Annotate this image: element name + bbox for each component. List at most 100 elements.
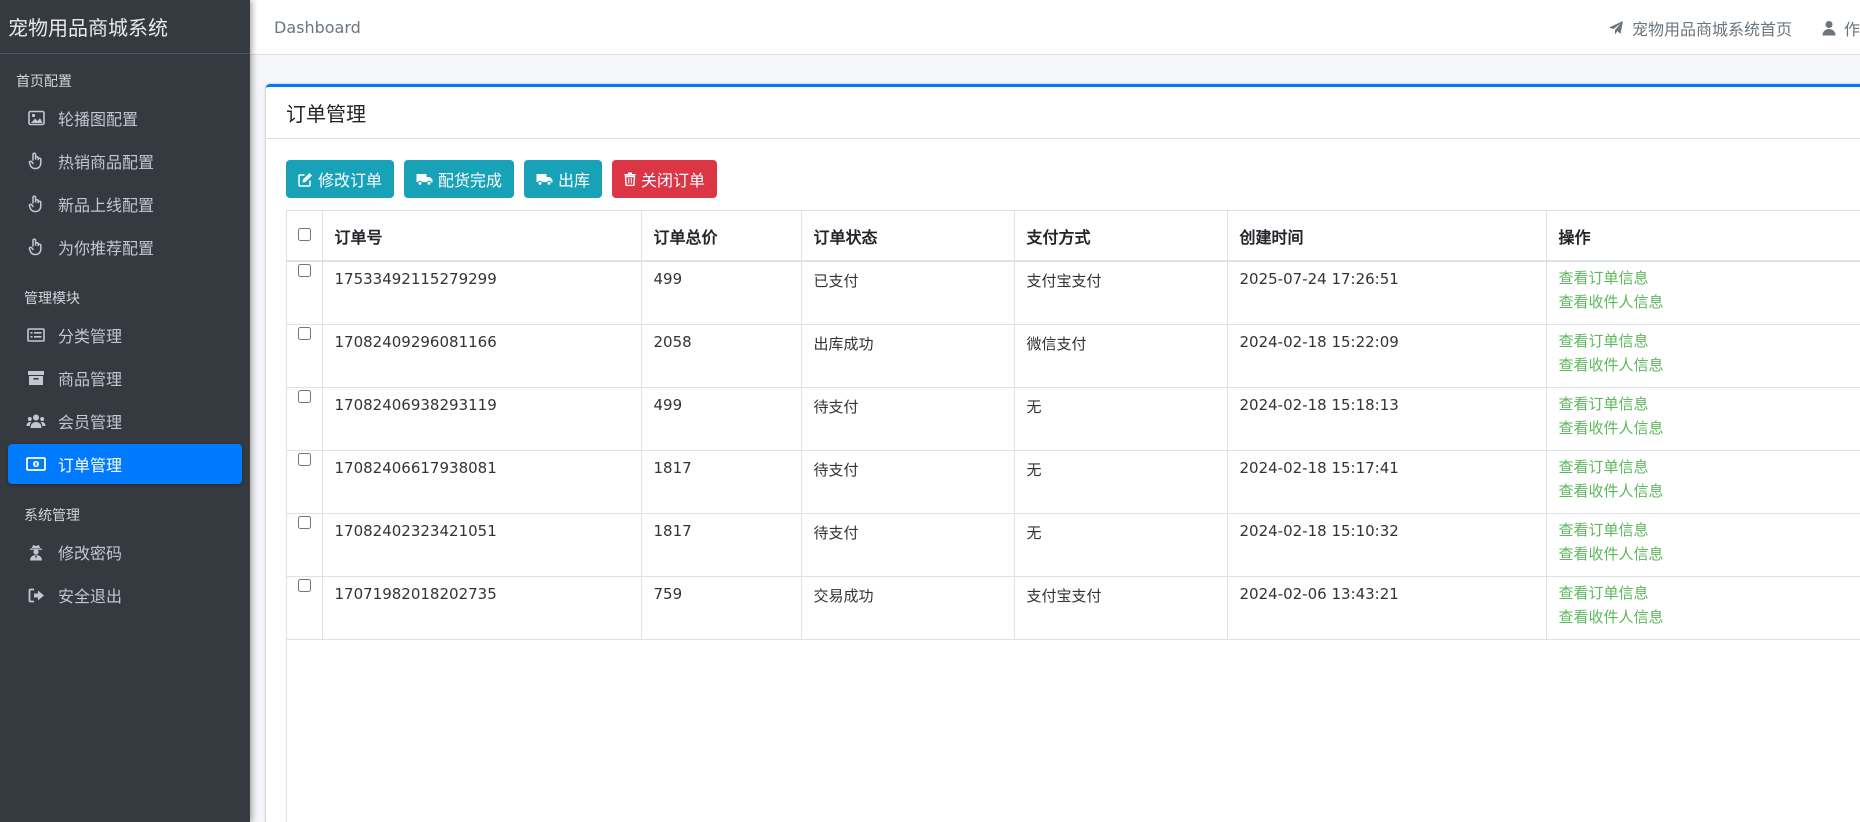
view-order-link[interactable]: 查看订单信息 [1559,455,1860,479]
col-header-actions: 操作 [1546,211,1860,262]
sidebar-item-hot-goods[interactable]: 热销商品配置 [8,141,242,181]
created-time: 2024-02-18 15:17:41 [1227,450,1547,514]
picking-done-label: 配货完成 [438,171,503,190]
toolbar: 修改订单 配货完成 出库 关闭订单 [286,160,727,198]
user-secret-icon [26,542,46,562]
row-select-cell [287,387,323,451]
truck-icon [536,173,553,186]
close-order-button[interactable]: 关闭订单 [612,160,718,198]
payment-method: 无 [1014,450,1228,514]
payment-method: 无 [1014,387,1228,451]
view-receiver-link[interactable]: 查看收件人信息 [1559,353,1860,377]
order-total: 759 [641,576,802,640]
view-order-link[interactable]: 查看订单信息 [1559,392,1860,416]
view-order-link[interactable]: 查看订单信息 [1559,581,1860,605]
nav-header-system: 系统管理 [24,508,80,524]
sidebar-item-carousel[interactable]: 轮播图配置 [8,98,242,138]
order-total: 499 [641,261,802,325]
sidebar: 宠物用品商城系统 首页配置 轮播图配置 热销商品配置 新品上线配置 为你推荐配置… [0,0,250,822]
row-select-cell [287,450,323,514]
row-actions: 查看订单信息 查看收件人信息 [1546,576,1860,640]
list-icon [26,325,46,345]
brand-title[interactable]: 宠物用品商城系统 [0,0,250,54]
card-title: 订单管理 [266,87,1860,139]
row-checkbox[interactable] [297,578,311,592]
view-receiver-link[interactable]: 查看收件人信息 [1559,416,1860,440]
sidebar-item-recommend[interactable]: 为你推荐配置 [8,227,242,267]
sidebar-item-logout[interactable]: 安全退出 [8,575,242,615]
edit-icon [298,172,312,187]
hand-pointer-icon [26,151,46,171]
orders-card: 订单管理 修改订单 配货完成 出库 关闭订单 订单号 订单总价 订单状态 支付方… [266,84,1860,822]
top-navbar: Dashboard 宠物用品商城系统首页 作者 [250,0,1860,55]
store-home-label: 宠物用品商城系统首页 [1631,19,1792,39]
view-order-link[interactable]: 查看订单信息 [1559,266,1860,290]
sidebar-item-goods[interactable]: 商品管理 [8,358,242,398]
created-time: 2024-02-18 15:10:32 [1227,513,1547,577]
payment-method: 支付宝支付 [1014,261,1228,325]
row-checkbox[interactable] [297,389,311,403]
view-order-link[interactable]: 查看订单信息 [1559,329,1860,353]
sign-out-icon [26,585,46,605]
select-all-checkbox[interactable] [297,228,311,241]
col-header-status[interactable]: 订单状态 [801,211,1015,262]
view-receiver-link[interactable]: 查看收件人信息 [1559,290,1860,314]
row-checkbox[interactable] [297,452,311,466]
row-select-cell [287,261,323,325]
hand-pointer-icon [26,194,46,214]
sidebar-item-change-password[interactable]: 修改密码 [8,532,242,572]
table-row[interactable]: 17082402323421051 1817 待支付 无 2024-02-18 … [287,513,1860,577]
sidebar-item-label: 安全退出 [58,587,123,606]
sidebar-item-members[interactable]: 会员管理 [8,401,242,441]
payment-method: 无 [1014,513,1228,577]
table-row[interactable]: 17082406938293119 499 待支付 无 2024-02-18 1… [287,387,1860,451]
col-header-payment[interactable]: 支付方式 [1014,211,1228,262]
sidebar-item-label: 轮播图配置 [58,110,139,129]
nav-header-home-config: 首页配置 [16,74,72,90]
row-checkbox[interactable] [297,515,311,529]
order-status: 待支付 [801,513,1015,577]
user-icon [1822,20,1836,35]
row-actions: 查看订单信息 查看收件人信息 [1546,387,1860,451]
view-order-link[interactable]: 查看订单信息 [1559,518,1860,542]
sidebar-item-label: 订单管理 [58,456,123,475]
row-actions: 查看订单信息 查看收件人信息 [1546,513,1860,577]
sidebar-item-orders[interactable]: 订单管理 [8,444,242,484]
payment-method: 支付宝支付 [1014,576,1228,640]
table-header-row: 订单号 订单总价 订单状态 支付方式 创建时间 操作 [287,211,1860,262]
paper-plane-icon [1608,20,1623,34]
table-row[interactable]: 17071982018202735 759 交易成功 支付宝支付 2024-02… [287,576,1860,640]
archive-icon [26,368,46,388]
user-menu[interactable]: 作者 [1822,16,1860,40]
sidebar-item-label: 会员管理 [58,413,123,432]
row-select-cell [287,513,323,577]
ship-out-button[interactable]: 出库 [524,160,603,198]
close-order-label: 关闭订单 [641,171,706,190]
edit-order-button[interactable]: 修改订单 [286,160,395,198]
table-row[interactable]: 17082409296081166 2058 出库成功 微信支付 2024-02… [287,324,1860,388]
sidebar-item-label: 热销商品配置 [58,153,155,172]
col-header-order-no[interactable]: 订单号 [322,211,642,262]
sidebar-item-new-goods[interactable]: 新品上线配置 [8,184,242,224]
row-select-cell [287,576,323,640]
col-header-created[interactable]: 创建时间 [1227,211,1547,262]
table-row[interactable]: 17082406617938081 1817 待支付 无 2024-02-18 … [287,450,1860,514]
view-receiver-link[interactable]: 查看收件人信息 [1559,542,1860,566]
row-checkbox[interactable] [297,326,311,340]
row-actions: 查看订单信息 查看收件人信息 [1546,450,1860,514]
row-checkbox[interactable] [297,264,311,277]
store-home-link[interactable]: 宠物用品商城系统首页 [1608,16,1792,40]
view-receiver-link[interactable]: 查看收件人信息 [1559,605,1860,629]
col-header-total[interactable]: 订单总价 [641,211,802,262]
order-total: 1817 [641,513,802,577]
table-row[interactable]: 17533492115279299 499 已支付 支付宝支付 2025-07-… [287,261,1860,325]
view-receiver-link[interactable]: 查看收件人信息 [1559,479,1860,503]
sidebar-item-category[interactable]: 分类管理 [8,315,242,355]
picking-done-button[interactable]: 配货完成 [404,160,515,198]
breadcrumb[interactable]: Dashboard [274,18,361,37]
order-total: 2058 [641,324,802,388]
order-no: 17082402323421051 [322,513,642,577]
created-time: 2024-02-06 13:43:21 [1227,576,1547,640]
orders-table: 订单号 订单总价 订单状态 支付方式 创建时间 操作 1753349211527… [286,210,1860,822]
user-label: 作者 [1844,19,1860,39]
